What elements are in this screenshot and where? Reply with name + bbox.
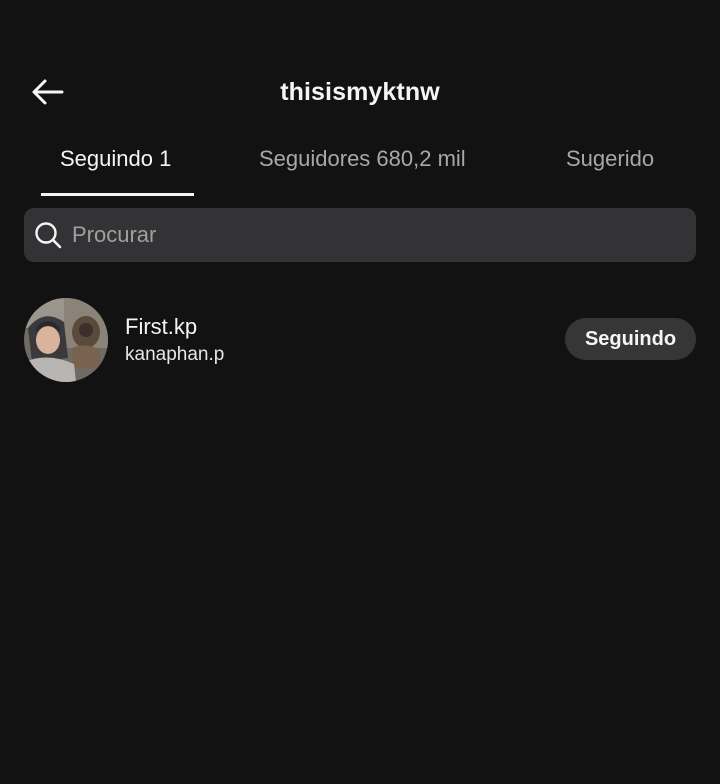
tab-followers[interactable]: Seguidores 680,2 mil xyxy=(259,146,466,172)
avatar[interactable] xyxy=(24,298,108,382)
username: kanaphan.p xyxy=(125,344,225,365)
display-name[interactable]: First.kp xyxy=(125,314,197,340)
top-bar: thisismyktnw xyxy=(0,60,720,126)
search-bar[interactable] xyxy=(24,208,696,262)
tab-bar: Seguindo 1 Seguidores 680,2 mil Sugerido xyxy=(0,130,720,196)
tab-suggested[interactable]: Sugerido xyxy=(566,146,654,172)
active-tab-indicator xyxy=(41,193,194,196)
tab-following[interactable]: Seguindo 1 xyxy=(60,146,171,172)
search-input[interactable] xyxy=(72,208,682,262)
search-icon xyxy=(35,222,62,249)
page-title: thisismyktnw xyxy=(280,78,440,106)
following-button[interactable]: Seguindo xyxy=(565,318,696,360)
profile-photo xyxy=(24,298,108,382)
list-item[interactable]: First.kp kanaphan.p Seguindo xyxy=(0,292,720,388)
